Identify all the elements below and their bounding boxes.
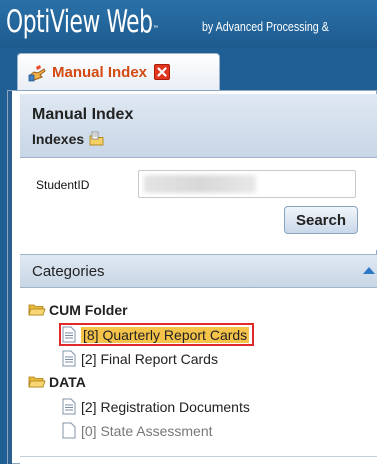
hand-index-icon (26, 61, 48, 83)
tree-item-quarterly-report-cards[interactable]: [8] Quarterly Report Cards (58, 323, 255, 346)
item-label: [2] Final Report Cards (81, 350, 218, 367)
app-header: OptiView Web™ by Advanced Processing & (0, 0, 377, 48)
collapse-arrow-icon[interactable] (363, 267, 375, 274)
edit-folder-icon (89, 131, 104, 146)
categories-header[interactable]: Categories (20, 254, 377, 288)
tab-label: Manual Index (52, 63, 148, 81)
tree-item-state-assessment[interactable]: [0] State Assessment (62, 422, 213, 439)
folder-open-icon (28, 304, 46, 316)
tab-manual-index[interactable]: Manual Index (17, 53, 220, 90)
category-tree: CUM Folder [8] Quarterly Report Cards [2… (20, 288, 377, 464)
panel-title: Manual Index (32, 106, 134, 123)
tree-folder-data[interactable]: DATA (28, 374, 86, 390)
app-tagline: by Advanced Processing & (202, 19, 329, 34)
student-id-label: StudentID (36, 178, 90, 192)
close-icon[interactable] (154, 64, 171, 80)
folder-label: CUM Folder (49, 302, 128, 318)
folder-open-icon (28, 376, 46, 388)
student-id-input[interactable] (138, 170, 356, 198)
item-label: [0] State Assessment (81, 422, 213, 439)
app-logo-text: OptiView Web™ (6, 3, 159, 48)
panel-bottom-divider (20, 456, 377, 457)
item-label: [2] Registration Documents (81, 398, 250, 415)
categories-title: Categories (32, 263, 105, 280)
search-form: StudentID Search (20, 158, 377, 250)
panel-border (8, 91, 12, 464)
item-label: [8] Quarterly Report Cards (81, 326, 250, 343)
app-name: OptiView Web (6, 4, 153, 40)
indexes-text: Indexes (32, 131, 85, 147)
tree-folder-cum[interactable]: CUM Folder (28, 302, 128, 318)
tree-item-final-report-cards[interactable]: [2] Final Report Cards (62, 350, 218, 367)
folder-label: DATA (49, 374, 86, 390)
empty-document-icon (62, 422, 76, 439)
document-icon (62, 398, 76, 415)
document-icon (62, 326, 76, 343)
manual-index-header: Manual Index Indexes (20, 94, 377, 158)
search-button[interactable]: Search (284, 206, 358, 234)
trademark-symbol: ™ (152, 25, 159, 35)
indexes-label[interactable]: Indexes (32, 131, 105, 147)
document-icon (62, 350, 76, 367)
tree-item-registration-documents[interactable]: [2] Registration Documents (62, 398, 250, 415)
